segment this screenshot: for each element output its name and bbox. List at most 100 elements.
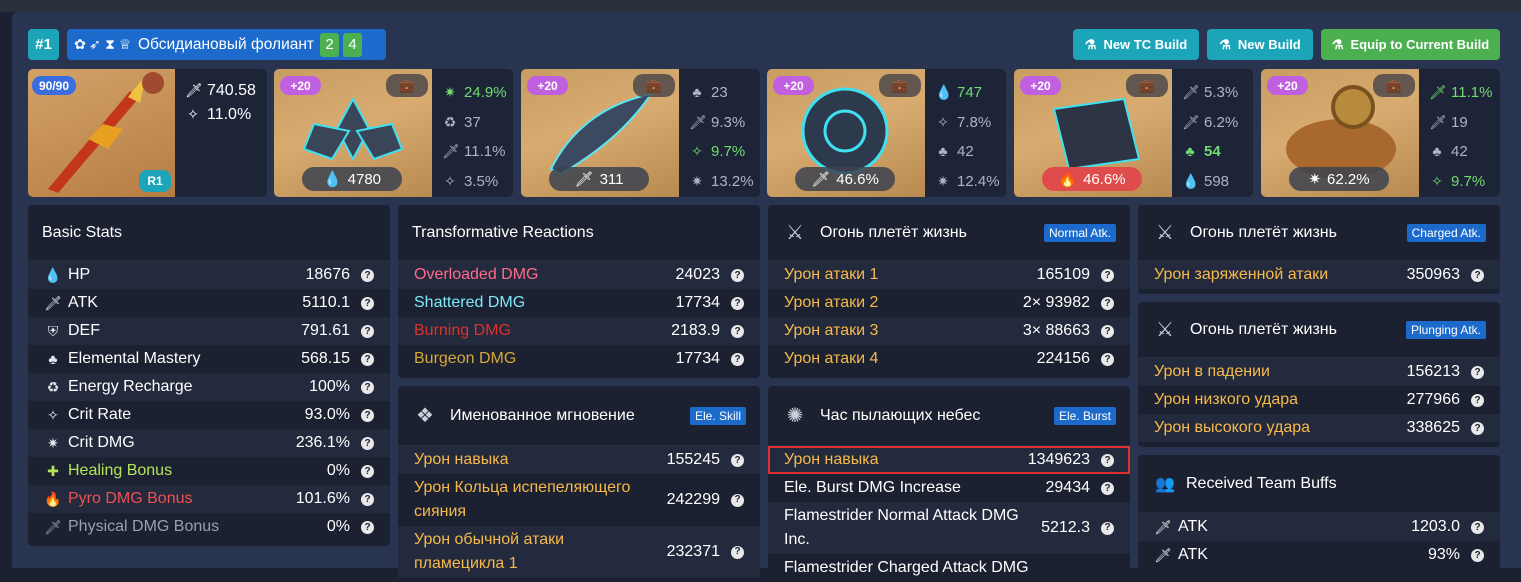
sword-icon: ⚔ [1156, 222, 1174, 244]
weapon-card[interactable]: 90/90 R1 🗡 740.58 ✧ 11.0% [28, 69, 267, 197]
artifact-level: +20 [280, 76, 321, 95]
help-icon[interactable]: ? [731, 493, 744, 507]
atk-icon: 🗡 [1429, 84, 1447, 100]
new-tc-build-button[interactable]: ⚗ New TC Build [1073, 29, 1199, 60]
crit-dmg-icon: ✷ [1308, 171, 1322, 188]
lock-icon[interactable]: 💼 [386, 74, 428, 97]
help-icon[interactable]: ? [731, 352, 744, 366]
dmg-row: Урон обычной атаки пламецикла 1 232371? [398, 526, 760, 578]
substat: 42 [1451, 143, 1468, 160]
stat-row: ✷ Crit DMG 236.1%? [28, 429, 390, 457]
help-icon[interactable]: ? [361, 380, 374, 394]
artifact-card-flower[interactable]: +20 💼 💧 4780 ✷ 24.9% ♻ 37 🗡 11.1% ✧ 3.5% [274, 69, 513, 197]
lock-icon[interactable]: 💼 [1373, 74, 1415, 97]
def-icon: ⛨ [47, 322, 59, 339]
pyro-icon: 🔥 [44, 490, 62, 507]
help-icon[interactable]: ? [361, 492, 374, 506]
substat: 24.9% [464, 84, 507, 101]
help-icon[interactable]: ? [1101, 296, 1114, 310]
stat-value: 236.1% [295, 434, 350, 451]
help-icon[interactable]: ? [361, 464, 374, 478]
help-icon[interactable]: ? [731, 545, 744, 559]
lock-icon[interactable]: 💼 [1126, 74, 1168, 97]
panel-header: ⚔ Огонь плетёт жизнь Plunging Atk. [1138, 302, 1500, 358]
equip-current-build-button[interactable]: ⚗ Equip to Current Build [1321, 29, 1500, 60]
reaction-row: Burning DMG 2183.9? [398, 317, 760, 345]
new-build-button[interactable]: ⚗ New Build [1207, 29, 1313, 60]
dmg-row: Урон навыка 155245? [398, 446, 760, 474]
help-icon[interactable]: ? [361, 268, 374, 282]
help-icon[interactable]: ? [731, 268, 744, 282]
help-icon[interactable]: ? [1101, 268, 1114, 282]
help-icon[interactable]: ? [1101, 521, 1114, 535]
dmg-value: 242299 [666, 491, 720, 508]
help-icon[interactable]: ? [1471, 520, 1484, 534]
transformative-panel: Transformative Reactions Overloaded DMG 2… [398, 205, 760, 378]
help-icon[interactable]: ? [1471, 393, 1484, 407]
substat: 5.3% [1204, 84, 1239, 101]
help-icon[interactable]: ? [731, 324, 744, 338]
reaction-value: 17734 [675, 350, 721, 367]
help-icon[interactable]: ? [1471, 268, 1484, 282]
reaction-value: 2183.9 [671, 322, 720, 339]
buff-row: 🗡 ATK 1203.0? [1138, 513, 1500, 541]
help-icon[interactable]: ? [1101, 352, 1114, 366]
buff-value: 93% [1427, 546, 1460, 563]
artifact-card-goblet[interactable]: +20 💼 🔥 46.6% 🗡 5.3% 🗡 6.2% ♣ 54 💧 598 [1014, 69, 1253, 197]
help-icon[interactable]: ? [1101, 324, 1114, 338]
pyro-icon: 🔥 [1058, 171, 1078, 188]
dmg-row: Урон заряженной атаки 350963? [1138, 261, 1500, 289]
help-icon[interactable]: ? [361, 296, 374, 310]
substat: 9.7% [1451, 172, 1486, 190]
reaction-row: Overloaded DMG 24023? [398, 261, 760, 289]
artifact-card-sands[interactable]: +20 💼 🗡 46.6% 💧 747 ✧ 7.8% ♣ 42 ✷ 12.4% [767, 69, 1006, 197]
help-icon[interactable]: ? [1101, 453, 1114, 467]
substat: 54 [1204, 143, 1221, 160]
dmg-label: Урон атаки 3 [784, 322, 879, 339]
crit-rate-icon: ✧ [187, 105, 199, 122]
help-icon[interactable]: ? [361, 352, 374, 366]
substat: 23 [711, 84, 728, 101]
reaction-value: 17734 [675, 294, 721, 311]
help-icon[interactable]: ? [1471, 365, 1484, 379]
artifact-card-circlet[interactable]: +20 💼 ✷ 62.2% 🗡 11.1% 🗡 19 ♣ 42 ✧ 9.7% [1261, 69, 1500, 197]
help-icon[interactable]: ? [1471, 421, 1484, 435]
panel-header: ⚔ Огонь плетёт жизнь Charged Atk. [1138, 205, 1500, 261]
dmg-row: Урон низкого удара 277966? [1138, 386, 1500, 414]
help-icon[interactable]: ? [1101, 481, 1114, 495]
artifact-card-plume[interactable]: +20 💼 🗡 311 ♣ 23 🗡 9.3% ✧ 9.7% ✷ 13.2% [521, 69, 760, 197]
energy-recharge-icon: ♻ [443, 113, 457, 130]
talent-badge: Charged Atk. [1406, 223, 1486, 242]
help-icon[interactable]: ? [361, 324, 374, 338]
artifact-main-stat: ✷ 62.2% [1289, 167, 1389, 191]
dmg-row: Урон атаки 3 3× 88663? [768, 317, 1130, 345]
substat: 598 [1204, 172, 1230, 190]
dmg-row: Flamestrider Charged Attack DMG [768, 554, 1130, 582]
stat-row: 💧 HP 18676? [28, 261, 390, 289]
stat-value: 5110.1 [302, 294, 350, 311]
help-icon[interactable]: ? [1471, 548, 1484, 562]
stat-label: Elemental Mastery [68, 350, 201, 367]
hp-icon: 💧 [935, 84, 953, 100]
equip-label: Equip to Current Build [1350, 37, 1490, 52]
main-value: 311 [599, 170, 624, 188]
stat-label: ATK [68, 294, 98, 311]
lock-icon[interactable]: 💼 [879, 74, 921, 97]
lock-icon[interactable]: 💼 [633, 74, 675, 97]
artifact-main-stat: 🔥 46.6% [1042, 167, 1142, 191]
help-icon[interactable]: ? [361, 436, 374, 450]
panel-header: 👥 Received Team Buffs [1138, 455, 1500, 513]
help-icon[interactable]: ? [361, 408, 374, 422]
dmg-row: Урон Кольца испепеляющего сияния 242299? [398, 474, 760, 526]
help-icon[interactable]: ? [361, 520, 374, 534]
flask-icon: ⚗ [1084, 36, 1097, 52]
artifact-set-chip[interactable]: ✿ ➶ ⧗ ♕ Обсидиановый фолиант 2 4 [67, 29, 386, 60]
dmg-label: Урон в падении [1154, 363, 1270, 380]
help-icon[interactable]: ? [731, 453, 744, 467]
crit-rate-icon: ✧ [691, 143, 703, 159]
crit-dmg-icon: ✷ [47, 434, 59, 451]
help-icon[interactable]: ? [731, 296, 744, 310]
stat-row: ⛨ DEF 791.61? [28, 317, 390, 345]
hp-icon: 💧 [322, 171, 342, 188]
flask-icon: ⚗ [1331, 36, 1344, 52]
